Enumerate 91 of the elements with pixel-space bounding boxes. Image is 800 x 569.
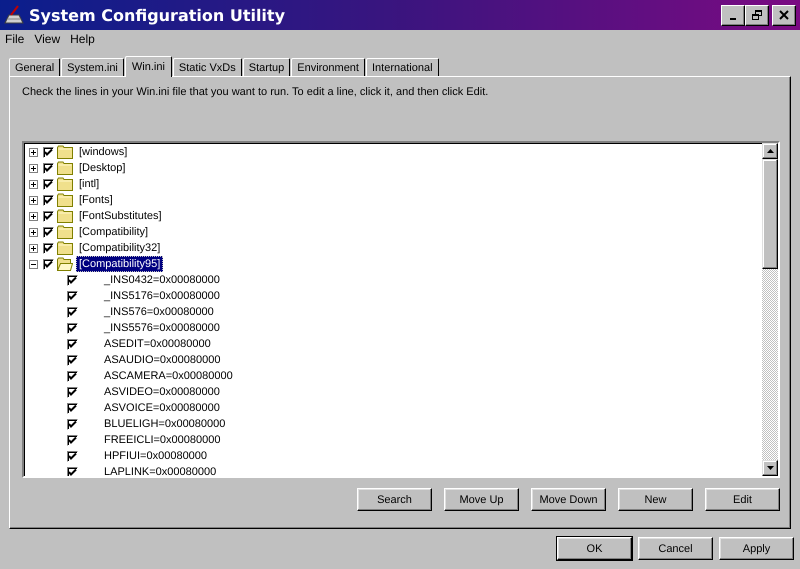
checkbox[interactable] bbox=[67, 370, 78, 382]
dialog-button[interactable]: Apply bbox=[719, 537, 794, 560]
checkbox[interactable] bbox=[67, 386, 78, 398]
expand-icon[interactable] bbox=[29, 196, 38, 204]
tree-item[interactable]: BLUELIGH=0x00080000 bbox=[101, 416, 228, 432]
tab[interactable]: International bbox=[366, 58, 439, 76]
tree-item[interactable]: HPFIUI=0x00080000 bbox=[101, 448, 210, 464]
up-arrow-icon bbox=[766, 149, 774, 153]
checkbox[interactable] bbox=[67, 306, 78, 318]
tree-item[interactable]: ASEDIT=0x00080000 bbox=[101, 336, 214, 352]
scroll-down-button[interactable] bbox=[762, 460, 778, 476]
tree-item[interactable]: [intl] bbox=[76, 176, 102, 192]
checkbox[interactable] bbox=[43, 162, 54, 174]
dialog-button[interactable]: OK bbox=[557, 537, 632, 560]
checkbox[interactable] bbox=[67, 338, 78, 350]
expand-icon[interactable] bbox=[29, 212, 38, 220]
tree-item[interactable]: ASVOICE=0x00080000 bbox=[101, 400, 223, 416]
broom-icon bbox=[3, 5, 25, 25]
folder-icon bbox=[57, 241, 73, 255]
close-icon bbox=[779, 10, 789, 20]
down-arrow-icon bbox=[766, 466, 774, 470]
tree-item[interactable]: [Compatibility32] bbox=[76, 240, 164, 256]
close-button[interactable] bbox=[772, 4, 796, 26]
checkbox[interactable] bbox=[67, 322, 78, 334]
menu-item[interactable]: View bbox=[34, 32, 60, 46]
checkbox[interactable] bbox=[67, 274, 78, 286]
expand-icon[interactable] bbox=[29, 244, 38, 252]
action-button[interactable]: Edit bbox=[705, 488, 780, 511]
tab[interactable]: Win.ini bbox=[124, 56, 172, 77]
restore-button[interactable] bbox=[745, 4, 769, 26]
expand-icon[interactable] bbox=[29, 180, 38, 188]
checkbox[interactable] bbox=[67, 418, 78, 430]
minimize-button[interactable] bbox=[721, 4, 745, 26]
tab[interactable]: System.ini bbox=[61, 58, 124, 76]
menu-item[interactable]: File bbox=[5, 32, 24, 46]
tree-item[interactable]: _INS5176=0x00080000 bbox=[101, 288, 223, 304]
checkbox[interactable] bbox=[67, 354, 78, 366]
checkbox[interactable] bbox=[43, 258, 54, 270]
tree-item[interactable]: [FontSubstitutes] bbox=[76, 208, 165, 224]
scroll-up-button[interactable] bbox=[762, 143, 778, 159]
folder-icon bbox=[57, 177, 73, 191]
tree-item[interactable]: _INS5576=0x00080000 bbox=[101, 320, 223, 336]
tree-item[interactable]: [Compatibility] bbox=[76, 224, 152, 240]
tab[interactable]: General bbox=[9, 58, 60, 76]
tree-item[interactable]: LAPLINK=0x00080000 bbox=[101, 464, 220, 476]
tree-item[interactable]: _INS0432=0x00080000 bbox=[101, 272, 223, 288]
scroll-thumb[interactable] bbox=[762, 159, 778, 269]
instructions-text: Check the lines in your Win.ini file that you want to run. To edit a line, click it, and then click Edit. bbox=[22, 86, 490, 98]
expand-icon[interactable] bbox=[29, 164, 38, 172]
tree-item[interactable]: [Compatibility95] bbox=[76, 256, 164, 272]
tree-item[interactable]: ASCAMERA=0x00080000 bbox=[101, 368, 236, 384]
folder-icon bbox=[57, 225, 73, 239]
folder-icon bbox=[57, 209, 73, 223]
tree-item[interactable]: ASVIDEO=0x00080000 bbox=[101, 384, 223, 400]
tree-item[interactable]: _INS576=0x00080000 bbox=[101, 304, 217, 320]
tree-item[interactable]: ASAUDIO=0x00080000 bbox=[101, 352, 224, 368]
restore-icon bbox=[752, 10, 762, 20]
tab[interactable]: Startup bbox=[242, 58, 290, 76]
folder-icon bbox=[57, 193, 73, 207]
checkbox[interactable] bbox=[43, 242, 54, 254]
checkbox[interactable] bbox=[67, 402, 78, 414]
checkbox[interactable] bbox=[43, 194, 54, 206]
action-button[interactable]: Move Down bbox=[531, 488, 606, 511]
action-button[interactable]: New bbox=[618, 488, 693, 511]
checkbox[interactable] bbox=[43, 178, 54, 190]
tree-item[interactable]: [Fonts] bbox=[76, 192, 116, 208]
tree-item[interactable]: [Desktop] bbox=[76, 160, 128, 176]
minimize-icon bbox=[730, 18, 736, 20]
tree-item[interactable]: FREEICLI=0x00080000 bbox=[101, 432, 224, 448]
expand-icon[interactable] bbox=[29, 228, 38, 236]
expand-icon[interactable] bbox=[29, 148, 38, 156]
checkbox[interactable] bbox=[67, 434, 78, 446]
window-title: System Configuration Utility bbox=[29, 6, 286, 24]
dialog-button[interactable]: Cancel bbox=[638, 537, 713, 560]
checkbox[interactable] bbox=[67, 450, 78, 462]
folder-icon bbox=[57, 161, 73, 175]
action-button[interactable]: Search bbox=[357, 488, 432, 511]
scrollbar[interactable] bbox=[762, 143, 778, 476]
tab[interactable]: Static VxDs bbox=[172, 58, 242, 76]
checkbox[interactable] bbox=[43, 226, 54, 238]
tab[interactable]: Environment bbox=[291, 58, 365, 76]
menu-item[interactable]: Help bbox=[70, 32, 95, 46]
action-button[interactable]: Move Up bbox=[444, 488, 519, 511]
checkbox[interactable] bbox=[43, 146, 54, 158]
checkbox[interactable] bbox=[67, 466, 78, 476]
folder-icon bbox=[57, 145, 73, 159]
checkbox[interactable] bbox=[67, 290, 78, 302]
checkbox[interactable] bbox=[43, 210, 54, 222]
collapse-icon[interactable] bbox=[29, 260, 38, 268]
tree-item[interactable]: [windows] bbox=[76, 144, 130, 160]
open-folder-icon bbox=[57, 257, 73, 271]
